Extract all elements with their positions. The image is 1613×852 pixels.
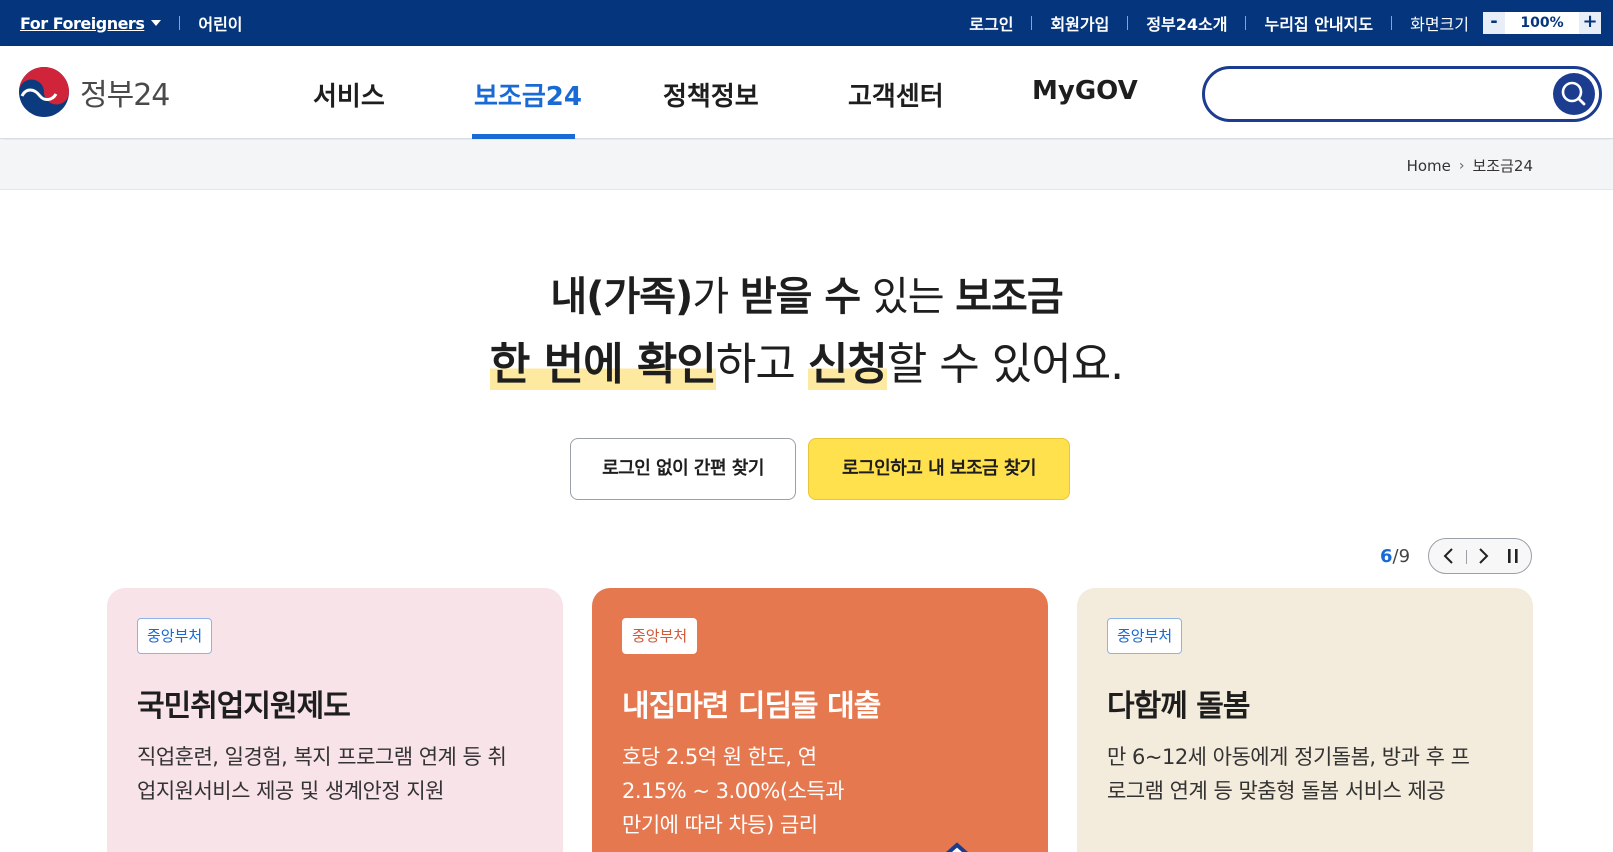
divider [1245, 16, 1247, 30]
slide-total: 9 [1398, 546, 1411, 567]
subsidy-card-active[interactable]: 중앙부처 내집마련 디딤돌 대출 호당 2.5억 원 한도, 연 2.15% ~… [592, 588, 1048, 852]
search-button[interactable] [1553, 73, 1595, 115]
slide-counter: 6/9 [1380, 546, 1410, 567]
subsidy-card[interactable]: 중앙부처 국민취업지원제도 직업훈련, 일경험, 복지 프로그램 연계 등 취업… [107, 588, 563, 852]
category-badge: 중앙부처 [1107, 618, 1183, 654]
hero-heading-line2: 한 번에 확인하고 신청할 수 있어요. [0, 328, 1613, 392]
taegeuk-logo-icon [19, 67, 69, 117]
chevron-right-icon [1479, 548, 1489, 564]
main-header: 정부24 서비스 보조금24 정책정보 고객센터 MyGOV [0, 46, 1613, 139]
search-icon [1561, 81, 1586, 106]
search-input[interactable] [1225, 79, 1525, 109]
sitemap-link[interactable]: 누리집 안내지도 [1264, 11, 1373, 35]
breadcrumb-home[interactable]: Home [1407, 157, 1451, 175]
slide-current: 6 [1380, 546, 1393, 567]
hero-highlight-text: 한 번에 확인 [489, 339, 717, 390]
card-title: 내집마련 디딤돌 대출 [622, 689, 881, 724]
caret-down-icon[interactable] [151, 20, 162, 26]
hero-text: 내(가족) [550, 274, 693, 320]
hero-text: 있는 [860, 274, 956, 320]
chevron-right-icon: › [1458, 157, 1465, 174]
hero-text: 받을 수 [739, 274, 861, 320]
subsidy-card[interactable]: 중앙부처 다함께 돌봄 만 6~12세 아동에게 정기돌봄, 방과 후 프로그램… [1077, 588, 1533, 852]
house-roof-icon [946, 842, 968, 852]
active-nav-indicator [472, 134, 575, 139]
divider [1031, 16, 1033, 30]
next-slide-button[interactable] [1467, 539, 1499, 573]
kids-link[interactable]: 어린이 [198, 11, 242, 35]
card-description: 호당 2.5억 원 한도, 연 2.15% ~ 3.00%(소득과 만기에 따라… [622, 745, 845, 837]
for-foreigners-link[interactable]: For Foreigners [20, 14, 145, 33]
zoom-out-button[interactable]: - [1483, 12, 1505, 34]
nav-mygov[interactable]: MyGOV [1032, 76, 1138, 106]
slide-controls [1428, 538, 1532, 574]
zoom-in-button[interactable]: + [1579, 12, 1601, 34]
hero-heading-line1: 내(가족)가 받을 수 있는 보조금 [0, 264, 1613, 322]
card-title: 국민취업지원제도 [137, 689, 351, 724]
breadcrumb-current: 보조금24 [1472, 157, 1534, 175]
card-description: 직업훈련, 일경험, 복지 프로그램 연계 등 취업지원서비스 제공 및 생계안… [137, 745, 507, 803]
site-logo[interactable]: 정부24 [18, 66, 170, 118]
about-link[interactable]: 정부24소개 [1146, 11, 1227, 35]
nav-customer-center[interactable]: 고객센터 [848, 76, 944, 113]
search-box [1202, 66, 1602, 122]
hero-text: 보조금 [955, 274, 1063, 320]
utility-bar: For Foreigners 어린이 로그인 회원가입 정부24소개 누리집 안… [0, 0, 1613, 46]
breadcrumb: Home › 보조금24 [0, 140, 1613, 190]
hero-text: 가 [692, 274, 740, 320]
nav-policy-info[interactable]: 정책정보 [663, 76, 759, 113]
hero-text: 할 수 있어요. [886, 339, 1124, 390]
zoom-label: 화면크기 [1410, 15, 1469, 34]
signup-link[interactable]: 회원가입 [1050, 11, 1109, 35]
utility-left: For Foreigners 어린이 [20, 0, 243, 46]
card-description: 만 6~12세 아동에게 정기돌봄, 방과 후 프로그램 연계 등 맞춤형 돌봄… [1107, 745, 1470, 803]
login-search-button[interactable]: 로그인하고 내 보조금 찾기 [808, 438, 1070, 500]
breadcrumb-trail: Home › 보조금24 [1407, 155, 1533, 176]
nav-subsidy24[interactable]: 보조금24 [474, 76, 582, 113]
login-link[interactable]: 로그인 [969, 11, 1013, 35]
pause-slide-button[interactable] [1497, 539, 1529, 573]
divider [1127, 16, 1129, 30]
pause-icon [1508, 549, 1518, 563]
category-badge: 중앙부처 [137, 618, 213, 654]
chevron-left-icon [1443, 548, 1453, 564]
category-badge: 중앙부처 [622, 618, 698, 654]
divider [1391, 16, 1393, 30]
divider [179, 16, 181, 30]
logo-text: 정부24 [80, 78, 170, 113]
zoom-control: - 100% + [1483, 11, 1601, 35]
hero-text: 하고 [715, 339, 808, 390]
nav-services[interactable]: 서비스 [313, 76, 385, 113]
card-title: 다함께 돌봄 [1107, 689, 1250, 724]
utility-right: 로그인 회원가입 정부24소개 누리집 안내지도 화면크기 - 100% + [969, 0, 1601, 46]
prev-slide-button[interactable] [1433, 539, 1465, 573]
hero-highlight-text: 신청 [807, 339, 888, 390]
zoom-value: 100% [1505, 12, 1579, 34]
quick-search-button[interactable]: 로그인 없이 간편 찾기 [570, 438, 796, 500]
